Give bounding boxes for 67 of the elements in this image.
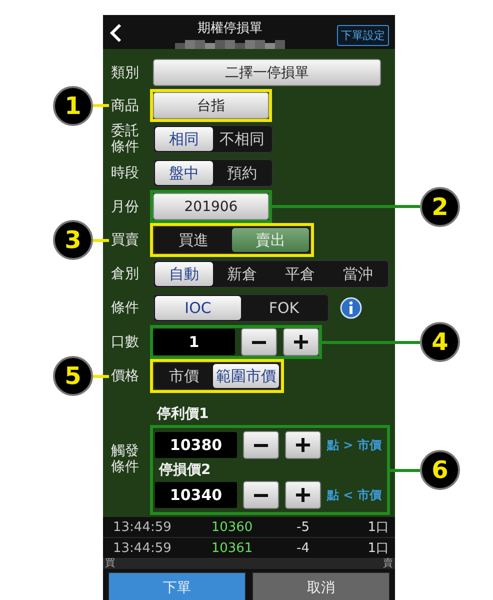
- screen-title: 期權停損單: [198, 20, 262, 37]
- increase-button[interactable]: [283, 328, 319, 356]
- segment-option[interactable]: FOK: [241, 296, 327, 320]
- plus-icon: [293, 334, 309, 350]
- field-label: 觸發條件: [111, 443, 140, 475]
- plus-icon: [295, 487, 311, 503]
- field-label: 月份: [111, 198, 140, 214]
- segment-option[interactable]: 平倉: [271, 262, 329, 286]
- select-button[interactable]: 二擇一停損單: [153, 59, 381, 86]
- field-label: 委託條件: [111, 123, 140, 155]
- field-label: 類別: [111, 64, 140, 80]
- callout-badge: 2: [420, 186, 460, 226]
- segment-option[interactable]: 當沖: [329, 262, 387, 286]
- callout-badge: 1: [53, 86, 93, 126]
- bar-label: 賣: [383, 559, 393, 569]
- number-field[interactable]: 10340: [155, 482, 237, 508]
- callout-badge: 3: [53, 220, 93, 260]
- segment-option[interactable]: 盤中: [155, 161, 213, 185]
- callout-badge: 5: [53, 356, 93, 396]
- tick-time: 13:44:59: [113, 540, 172, 556]
- field-label: 買賣: [111, 232, 140, 248]
- tick-change: -4: [296, 540, 310, 556]
- select-button[interactable]: 台指: [153, 92, 269, 119]
- tick-time: 13:44:59: [113, 520, 172, 534]
- condition-note: 點 > 市價: [327, 436, 382, 454]
- back-icon[interactable]: [109, 23, 123, 43]
- tick-price: 10361: [210, 540, 254, 556]
- minus-icon: [254, 444, 268, 446]
- minus-icon: [252, 340, 266, 344]
- segment-option[interactable]: 新倉: [213, 262, 271, 286]
- field-label: 口數: [111, 334, 140, 350]
- segment-option[interactable]: 預約: [213, 161, 271, 185]
- decrease-button[interactable]: [243, 481, 279, 509]
- tick-quantity: 1口: [366, 540, 389, 557]
- number-field[interactable]: 1: [153, 329, 235, 355]
- callout-badge: 6: [420, 450, 460, 490]
- price-caption: 停損價2: [159, 461, 211, 479]
- segment-option[interactable]: 買進: [155, 228, 232, 252]
- segment-option[interactable]: 市價: [155, 364, 213, 388]
- segment-option[interactable]: 自動: [155, 262, 213, 286]
- select-button[interactable]: 201906: [153, 193, 269, 220]
- field-label: 價格: [111, 368, 140, 384]
- cancel-button[interactable]: 取消: [252, 572, 390, 600]
- increase-button[interactable]: [285, 481, 321, 509]
- tick-change: -5: [296, 520, 310, 534]
- field-label: 時段: [111, 165, 140, 181]
- increase-button[interactable]: [285, 431, 321, 459]
- order-settings-button[interactable]: 下單設定: [337, 25, 389, 46]
- price-caption: 停利價1: [157, 405, 209, 423]
- condition-note: 點 < 市價: [327, 486, 382, 504]
- decrease-button[interactable]: [243, 431, 279, 459]
- decrease-button[interactable]: [241, 328, 277, 356]
- tick-quantity: 1口: [366, 519, 389, 536]
- info-icon[interactable]: [340, 297, 362, 319]
- segment-option[interactable]: IOC: [155, 296, 241, 320]
- minus-icon: [254, 494, 268, 496]
- plus-icon: [295, 437, 311, 453]
- bar-label: 買: [105, 559, 115, 569]
- field-label: 倉別: [111, 266, 140, 282]
- number-field[interactable]: 10380: [155, 432, 237, 458]
- field-label: 條件: [111, 300, 140, 316]
- tick-price: 10360: [210, 520, 254, 534]
- segment-option[interactable]: 相同: [155, 127, 213, 151]
- segment-option[interactable]: 不相同: [213, 127, 271, 151]
- callout-badge: 4: [420, 322, 460, 362]
- field-label: 商品: [111, 98, 140, 114]
- segment-option[interactable]: 範圍市價: [213, 364, 279, 388]
